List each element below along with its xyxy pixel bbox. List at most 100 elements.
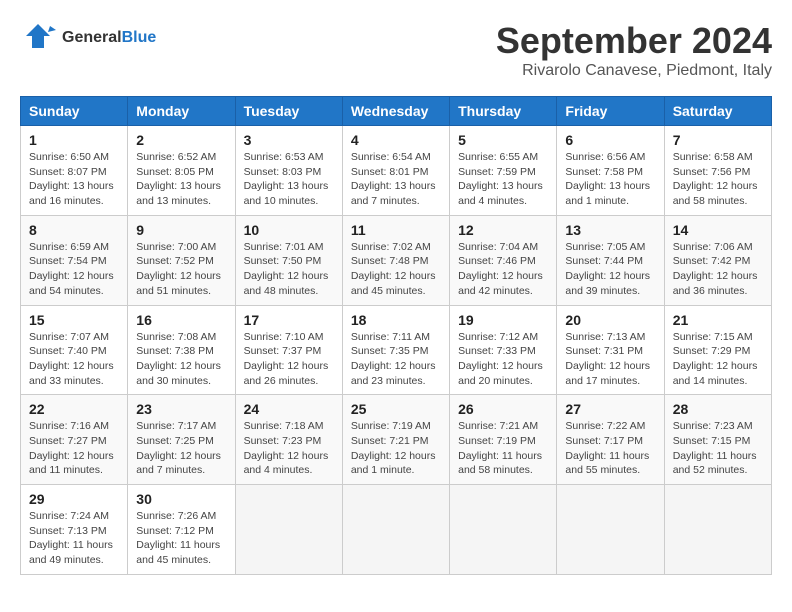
day-info: Sunrise: 7:19 AM Sunset: 7:21 PM Dayligh… bbox=[351, 419, 441, 478]
day-number: 22 bbox=[29, 401, 119, 417]
day-info: Sunrise: 7:04 AM Sunset: 7:46 PM Dayligh… bbox=[458, 240, 548, 299]
calendar-day-cell bbox=[450, 485, 557, 575]
day-info: Sunrise: 7:24 AM Sunset: 7:13 PM Dayligh… bbox=[29, 509, 119, 568]
calendar-day-cell: 29 Sunrise: 7:24 AM Sunset: 7:13 PM Dayli… bbox=[21, 485, 128, 575]
day-number: 5 bbox=[458, 132, 548, 148]
day-info: Sunrise: 6:55 AM Sunset: 7:59 PM Dayligh… bbox=[458, 150, 548, 209]
calendar-week-row: 15Sunrise: 7:07 AM Sunset: 7:40 PM Dayli… bbox=[21, 305, 772, 395]
calendar-day-cell: 26 Sunrise: 7:21 AM Sunset: 7:19 PM Dayli… bbox=[450, 395, 557, 485]
location: Rivarolo Canavese, Piedmont, Italy bbox=[496, 62, 772, 80]
day-number: 24 bbox=[244, 401, 334, 417]
calendar-day-cell: 27Sunrise: 7:22 AM Sunset: 7:17 PM Dayli… bbox=[557, 395, 664, 485]
day-number: 28 bbox=[673, 401, 763, 417]
day-number: 8 bbox=[29, 222, 119, 238]
day-info: Sunrise: 6:56 AM Sunset: 7:58 PM Dayligh… bbox=[565, 150, 655, 209]
day-info: Sunrise: 7:01 AM Sunset: 7:50 PM Dayligh… bbox=[244, 240, 334, 299]
calendar-day-cell: 8 Sunrise: 6:59 AM Sunset: 7:54 PM Daylig… bbox=[21, 215, 128, 305]
day-info: Sunrise: 7:18 AM Sunset: 7:23 PM Dayligh… bbox=[244, 419, 334, 478]
calendar-day-cell: 17 Sunrise: 7:10 AM Sunset: 7:37 PM Dayli… bbox=[235, 305, 342, 395]
calendar-day-cell: 14 Sunrise: 7:06 AM Sunset: 7:42 PM Dayli… bbox=[664, 215, 771, 305]
calendar-day-cell: 1 Sunrise: 6:50 AM Sunset: 8:07 PM Daylig… bbox=[21, 126, 128, 216]
page-header: GeneralBlue September 2024 Rivarolo Cana… bbox=[20, 20, 772, 80]
day-info: Sunrise: 6:53 AM Sunset: 8:03 PM Dayligh… bbox=[244, 150, 334, 209]
calendar-day-cell: 21 Sunrise: 7:15 AM Sunset: 7:29 PM Dayli… bbox=[664, 305, 771, 395]
day-info: Sunrise: 7:15 AM Sunset: 7:29 PM Dayligh… bbox=[673, 330, 763, 389]
logo-text: GeneralBlue bbox=[62, 29, 156, 47]
calendar-day-cell: 3 Sunrise: 6:53 AM Sunset: 8:03 PM Daylig… bbox=[235, 126, 342, 216]
title-block: September 2024 Rivarolo Canavese, Piedmo… bbox=[496, 20, 772, 80]
calendar-day-cell bbox=[235, 485, 342, 575]
day-number: 25 bbox=[351, 401, 441, 417]
logo: GeneralBlue bbox=[20, 20, 156, 56]
day-info: Sunrise: 6:50 AM Sunset: 8:07 PM Dayligh… bbox=[29, 150, 119, 209]
month-title: September 2024 bbox=[496, 20, 772, 62]
day-info: Sunrise: 6:59 AM Sunset: 7:54 PM Dayligh… bbox=[29, 240, 119, 299]
day-info: Sunrise: 7:12 AM Sunset: 7:33 PM Dayligh… bbox=[458, 330, 548, 389]
day-number: 12 bbox=[458, 222, 548, 238]
calendar-day-cell: 10 Sunrise: 7:01 AM Sunset: 7:50 PM Dayli… bbox=[235, 215, 342, 305]
calendar-day-cell bbox=[557, 485, 664, 575]
day-number: 18 bbox=[351, 312, 441, 328]
col-header-tuesday: Tuesday bbox=[235, 97, 342, 126]
col-header-friday: Friday bbox=[557, 97, 664, 126]
calendar-week-row: 29 Sunrise: 7:24 AM Sunset: 7:13 PM Dayli… bbox=[21, 485, 772, 575]
day-number: 10 bbox=[244, 222, 334, 238]
calendar-day-cell: 4 Sunrise: 6:54 AM Sunset: 8:01 PM Daylig… bbox=[342, 126, 449, 216]
day-number: 9 bbox=[136, 222, 226, 238]
day-number: 7 bbox=[673, 132, 763, 148]
calendar-day-cell: 23Sunrise: 7:17 AM Sunset: 7:25 PM Dayli… bbox=[128, 395, 235, 485]
col-header-saturday: Saturday bbox=[664, 97, 771, 126]
col-header-wednesday: Wednesday bbox=[342, 97, 449, 126]
day-number: 26 bbox=[458, 401, 548, 417]
day-info: Sunrise: 6:58 AM Sunset: 7:56 PM Dayligh… bbox=[673, 150, 763, 209]
day-number: 29 bbox=[29, 491, 119, 507]
day-info: Sunrise: 7:06 AM Sunset: 7:42 PM Dayligh… bbox=[673, 240, 763, 299]
day-info: Sunrise: 6:54 AM Sunset: 8:01 PM Dayligh… bbox=[351, 150, 441, 209]
day-info: Sunrise: 7:21 AM Sunset: 7:19 PM Dayligh… bbox=[458, 419, 548, 478]
calendar-day-cell: 11Sunrise: 7:02 AM Sunset: 7:48 PM Dayli… bbox=[342, 215, 449, 305]
col-header-monday: Monday bbox=[128, 97, 235, 126]
calendar-day-cell: 16 Sunrise: 7:08 AM Sunset: 7:38 PM Dayli… bbox=[128, 305, 235, 395]
logo-icon bbox=[20, 20, 56, 56]
day-info: Sunrise: 7:13 AM Sunset: 7:31 PM Dayligh… bbox=[565, 330, 655, 389]
calendar-day-cell: 6Sunrise: 6:56 AM Sunset: 7:58 PM Daylig… bbox=[557, 126, 664, 216]
calendar-day-cell: 28Sunrise: 7:23 AM Sunset: 7:15 PM Dayli… bbox=[664, 395, 771, 485]
day-number: 19 bbox=[458, 312, 548, 328]
day-number: 11 bbox=[351, 222, 441, 238]
col-header-sunday: Sunday bbox=[21, 97, 128, 126]
calendar-table: SundayMondayTuesdayWednesdayThursdayFrid… bbox=[20, 96, 772, 575]
day-number: 27 bbox=[565, 401, 655, 417]
day-info: Sunrise: 7:05 AM Sunset: 7:44 PM Dayligh… bbox=[565, 240, 655, 299]
day-number: 14 bbox=[673, 222, 763, 238]
calendar-day-cell: 9Sunrise: 7:00 AM Sunset: 7:52 PM Daylig… bbox=[128, 215, 235, 305]
calendar-day-cell: 18 Sunrise: 7:11 AM Sunset: 7:35 PM Dayli… bbox=[342, 305, 449, 395]
day-number: 4 bbox=[351, 132, 441, 148]
day-number: 20 bbox=[565, 312, 655, 328]
day-number: 30 bbox=[136, 491, 226, 507]
day-number: 15 bbox=[29, 312, 119, 328]
day-info: Sunrise: 7:16 AM Sunset: 7:27 PM Dayligh… bbox=[29, 419, 119, 478]
day-number: 17 bbox=[244, 312, 334, 328]
calendar-day-cell: 13 Sunrise: 7:05 AM Sunset: 7:44 PM Dayli… bbox=[557, 215, 664, 305]
calendar-day-cell: 20 Sunrise: 7:13 AM Sunset: 7:31 PM Dayli… bbox=[557, 305, 664, 395]
calendar-week-row: 8 Sunrise: 6:59 AM Sunset: 7:54 PM Daylig… bbox=[21, 215, 772, 305]
day-number: 13 bbox=[565, 222, 655, 238]
calendar-day-cell bbox=[664, 485, 771, 575]
calendar-day-cell: 7 Sunrise: 6:58 AM Sunset: 7:56 PM Daylig… bbox=[664, 126, 771, 216]
col-header-thursday: Thursday bbox=[450, 97, 557, 126]
day-info: Sunrise: 7:10 AM Sunset: 7:37 PM Dayligh… bbox=[244, 330, 334, 389]
calendar-day-cell: 25 Sunrise: 7:19 AM Sunset: 7:21 PM Dayli… bbox=[342, 395, 449, 485]
calendar-day-cell: 30Sunrise: 7:26 AM Sunset: 7:12 PM Dayli… bbox=[128, 485, 235, 575]
day-number: 16 bbox=[136, 312, 226, 328]
day-info: Sunrise: 7:08 AM Sunset: 7:38 PM Dayligh… bbox=[136, 330, 226, 389]
calendar-day-cell: 5 Sunrise: 6:55 AM Sunset: 7:59 PM Daylig… bbox=[450, 126, 557, 216]
day-info: Sunrise: 7:11 AM Sunset: 7:35 PM Dayligh… bbox=[351, 330, 441, 389]
day-number: 3 bbox=[244, 132, 334, 148]
calendar-day-cell: 2Sunrise: 6:52 AM Sunset: 8:05 PM Daylig… bbox=[128, 126, 235, 216]
day-number: 21 bbox=[673, 312, 763, 328]
day-number: 1 bbox=[29, 132, 119, 148]
day-number: 2 bbox=[136, 132, 226, 148]
calendar-day-cell: 24 Sunrise: 7:18 AM Sunset: 7:23 PM Dayli… bbox=[235, 395, 342, 485]
calendar-day-cell: 15Sunrise: 7:07 AM Sunset: 7:40 PM Dayli… bbox=[21, 305, 128, 395]
day-info: Sunrise: 7:17 AM Sunset: 7:25 PM Dayligh… bbox=[136, 419, 226, 478]
